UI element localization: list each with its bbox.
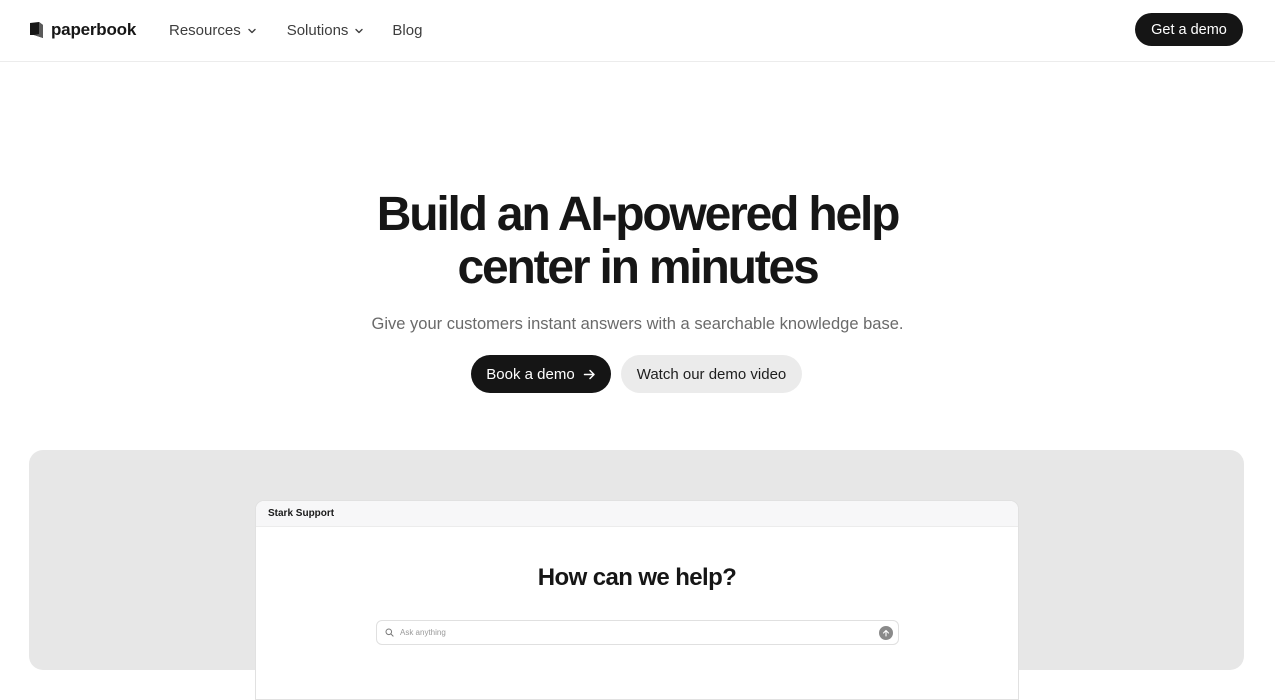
nav-item-label: Resources bbox=[169, 21, 241, 39]
preview-heading: How can we help? bbox=[537, 564, 737, 591]
nav-item-blog[interactable]: Blog bbox=[392, 20, 422, 40]
hero-title-line-2: center in minutes bbox=[457, 241, 819, 294]
hero-title: Build an AI-powered help center in minut… bbox=[0, 188, 1275, 294]
arrow-right-icon bbox=[583, 369, 595, 379]
logo-text: paperbook bbox=[51, 20, 137, 39]
get-demo-button[interactable]: Get a demo bbox=[1135, 13, 1243, 46]
product-preview: Stark Support How can we help? bbox=[29, 450, 1244, 700]
preview-window-header: Stark Support bbox=[256, 501, 1018, 527]
hero-buttons: Book a demo Watch our demo video bbox=[471, 355, 802, 393]
hero-subtitle: Give your customers instant answers with… bbox=[371, 315, 904, 333]
search-icon bbox=[385, 628, 394, 637]
preview-search-input[interactable] bbox=[400, 628, 860, 637]
logo-link[interactable]: paperbook bbox=[30, 19, 136, 41]
arrow-up-icon bbox=[882, 629, 890, 637]
book-logo-icon bbox=[30, 22, 43, 38]
chevron-down-icon bbox=[248, 28, 256, 33]
main-nav: Resources Solutions Blog bbox=[169, 20, 422, 40]
nav-item-label: Blog bbox=[392, 21, 423, 39]
preview-search-box[interactable] bbox=[376, 620, 899, 645]
nav-item-label: Solutions bbox=[286, 21, 349, 39]
top-navbar: paperbook Resources Solutions Blog Get a… bbox=[0, 0, 1275, 62]
nav-item-resources[interactable]: Resources bbox=[169, 20, 257, 40]
send-button[interactable] bbox=[879, 626, 893, 640]
nav-item-solutions[interactable]: Solutions bbox=[287, 20, 365, 40]
preview-window-title: Stark Support bbox=[268, 508, 335, 519]
book-demo-button[interactable]: Book a demo bbox=[471, 355, 611, 393]
watch-demo-video-button[interactable]: Watch our demo video bbox=[621, 355, 802, 393]
book-demo-label: Book a demo bbox=[486, 365, 575, 383]
hero-title-line-1: Build an AI-powered help bbox=[376, 188, 901, 241]
preview-window: Stark Support How can we help? bbox=[255, 500, 1019, 700]
chevron-down-icon bbox=[355, 28, 364, 33]
